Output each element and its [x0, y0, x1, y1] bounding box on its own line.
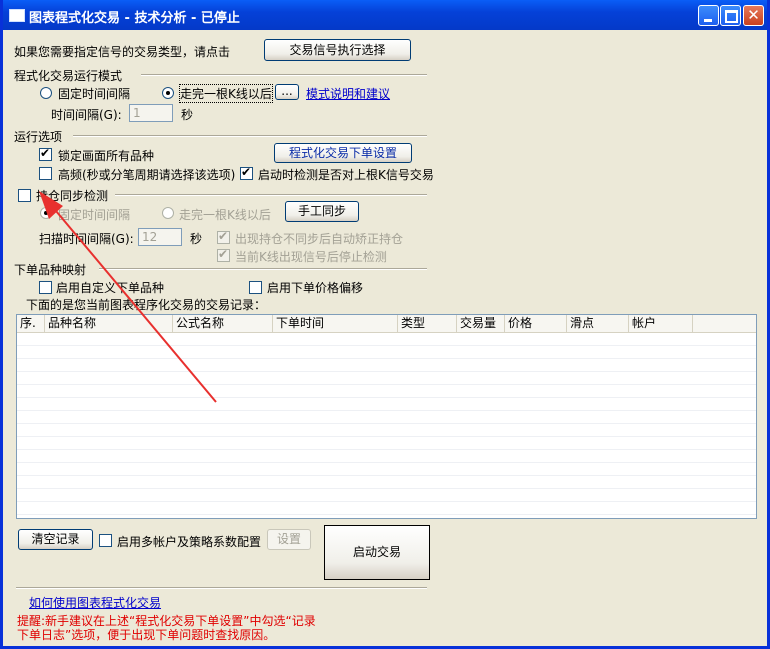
maximize-button[interactable] [720, 5, 741, 26]
mapping-separator [99, 268, 427, 270]
trade-records-table[interactable]: 序. 品种名称 公式名称 下单时间 类型 交易量 价格 滑点 帐户 [16, 314, 757, 519]
check-on-start-checkbox[interactable] [240, 165, 253, 180]
column-header[interactable]: 类型 [398, 315, 457, 332]
run-after-bar-radio[interactable] [162, 87, 174, 99]
run-mode-heading: 程式化交易运行模式 [14, 69, 123, 83]
column-header[interactable]: 帐户 [629, 315, 693, 332]
sync-fixed-interval-radio[interactable] [40, 207, 52, 219]
sync-after-bar-radio[interactable] [162, 207, 174, 219]
column-header[interactable]: 序. [17, 315, 45, 332]
interval-input[interactable]: 1 [129, 104, 173, 122]
window-title: 图表程式化交易 - 技术分析 - 已停止 [29, 11, 240, 26]
column-header[interactable]: 交易量 [457, 315, 505, 332]
minimize-button[interactable] [698, 5, 719, 26]
stop-detect-checkbox[interactable] [217, 247, 230, 262]
lock-all-label: 锁定画面所有品种 [58, 149, 155, 163]
run-after-bar-label: 走完一根K线以后 [179, 84, 273, 103]
position-sync-separator [115, 194, 427, 196]
mode-help-link[interactable]: 模式说明和建议 [306, 85, 390, 102]
signal-select-button[interactable]: 交易信号执行选择 [264, 39, 411, 61]
run-fixed-interval-radio[interactable] [40, 87, 52, 99]
column-header[interactable]: 价格 [505, 315, 567, 332]
high-freq-checkbox[interactable] [39, 167, 52, 180]
settings-button[interactable]: 设置 [267, 529, 311, 550]
run-mode-more-button[interactable]: ... [275, 84, 299, 100]
multi-account-label: 启用多帐户及策略系数配置 [117, 535, 262, 549]
table-body[interactable] [17, 333, 756, 518]
auto-correct-label: 出现持仓不同步后自动矫正持仓 [235, 232, 404, 246]
interval-unit: 秒 [181, 108, 194, 122]
interval-label: 时间间隔(G): [51, 108, 122, 122]
custom-symbol-checkbox[interactable] [39, 281, 52, 294]
records-caption: 下面的是您当前图表程序化交易的交易记录： [26, 298, 267, 312]
high-freq-label: 高频(秒或分笔周期请选择该选项) [58, 168, 236, 182]
manual-sync-button[interactable]: 手工同步 [285, 201, 359, 222]
column-header[interactable]: 下单时间 [273, 315, 398, 332]
run-options-separator [73, 135, 427, 137]
column-header[interactable]: 公式名称 [173, 315, 273, 332]
auto-correct-checkbox[interactable] [217, 229, 230, 244]
clear-records-button[interactable]: 清空记录 [18, 529, 93, 550]
multi-account-checkbox[interactable] [99, 534, 112, 547]
position-sync-label: 持仓同步检测 [36, 189, 109, 203]
run-mode-separator [141, 74, 427, 76]
order-settings-button[interactable]: 程式化交易下单设置 [274, 143, 412, 163]
sync-fixed-interval-label: 固定时间间隔 [58, 208, 131, 222]
close-button[interactable]: ✕ [743, 5, 764, 26]
scan-interval-unit: 秒 [190, 232, 203, 246]
run-options-heading: 运行选项 [14, 130, 63, 144]
column-header[interactable]: 品种名称 [45, 315, 173, 332]
sync-after-bar-label: 走完一根K线以后 [179, 208, 271, 222]
bottom-separator [16, 587, 427, 589]
mapping-heading: 下单品种映射 [14, 263, 87, 277]
main-window: 图表程式化交易 - 技术分析 - 已停止 ✕ 如果您需要指定信号的交易类型，请点… [0, 0, 770, 649]
signal-prompt: 如果您需要指定信号的交易类型，请点击 [14, 45, 231, 59]
column-header[interactable]: 滑点 [567, 315, 629, 332]
check-on-start-label: 启动时检测是否对上根K信号交易 [258, 168, 434, 182]
price-offset-label: 启用下单价格偏移 [267, 281, 364, 295]
lock-all-checkbox[interactable] [39, 146, 52, 161]
scan-interval-input[interactable]: 12 [138, 228, 182, 246]
title-bar[interactable]: 图表程式化交易 - 技术分析 - 已停止 ✕ [3, 0, 767, 30]
run-fixed-interval-label: 固定时间间隔 [58, 87, 131, 101]
scan-interval-label: 扫描时间间隔(G): [39, 232, 134, 246]
stop-detect-label: 当前K线出现信号后停止检测 [235, 250, 387, 264]
table-header: 序. 品种名称 公式名称 下单时间 类型 交易量 价格 滑点 帐户 [17, 315, 756, 333]
tip-line-2: 下单日志”选项，便于出现下单问题时查找原因。 [17, 628, 276, 642]
price-offset-checkbox[interactable] [249, 281, 262, 294]
custom-symbol-label: 启用自定义下单品种 [56, 281, 165, 295]
app-window-icon [9, 9, 25, 22]
howto-link[interactable]: 如何使用图表程式化交易 [29, 594, 161, 611]
start-trading-button[interactable]: 启动交易 [324, 525, 430, 580]
position-sync-checkbox[interactable] [18, 189, 31, 202]
